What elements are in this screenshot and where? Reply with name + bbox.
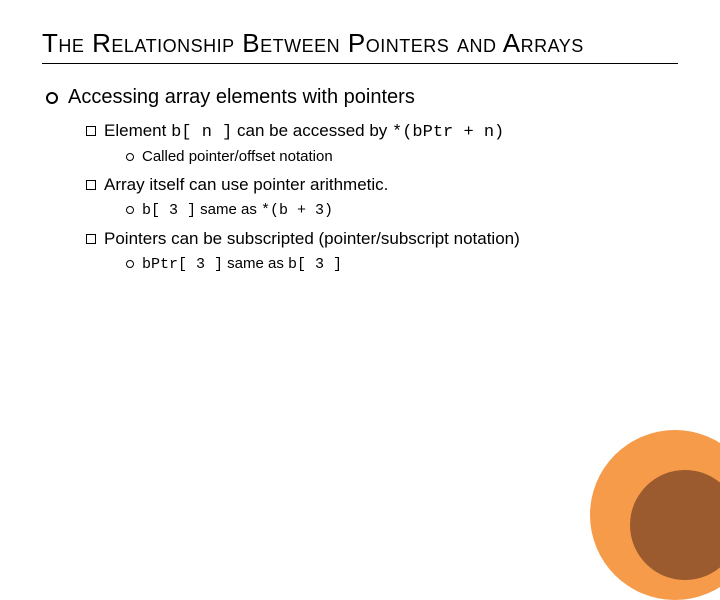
- bullet-text: Called pointer/offset notation: [142, 148, 333, 165]
- code-fragment: b[ 3 ]: [142, 202, 196, 219]
- bullet-level2: Element b[ n ] can be accessed by *(bPtr…: [86, 121, 678, 142]
- bullet-level2: Array itself can use pointer arithmetic.: [86, 175, 678, 195]
- bullet-text: bPtr[ 3 ] same as b[ 3 ]: [142, 255, 342, 273]
- ring-small-bullet-icon: [126, 260, 134, 268]
- slide: The Relationship Between Pointers and Ar…: [0, 0, 720, 273]
- bullet-text: Accessing array elements with pointers: [68, 86, 415, 109]
- ring-small-bullet-icon: [126, 206, 134, 214]
- square-bullet-icon: [86, 180, 96, 190]
- bullet-text: Array itself can use pointer arithmetic.: [104, 175, 388, 195]
- code-fragment: *(b + 3): [261, 202, 333, 219]
- text-fragment: same as: [196, 201, 261, 218]
- ring-small-bullet-icon: [126, 153, 134, 161]
- text-fragment: Element: [104, 121, 171, 140]
- ring-bullet-icon: [46, 92, 58, 104]
- code-fragment: b[ 3 ]: [288, 256, 342, 273]
- bullet-level3: b[ 3 ] same as *(b + 3): [126, 201, 678, 219]
- bullet-level3: bPtr[ 3 ] same as b[ 3 ]: [126, 255, 678, 273]
- bullet-level2: Pointers can be subscripted (pointer/sub…: [86, 229, 678, 249]
- bullet-text: Pointers can be subscripted (pointer/sub…: [104, 229, 520, 249]
- code-fragment: bPtr[ 3 ]: [142, 256, 223, 273]
- text-fragment: same as: [223, 255, 288, 272]
- slide-title: The Relationship Between Pointers and Ar…: [42, 28, 678, 64]
- square-bullet-icon: [86, 126, 96, 136]
- bullet-level3: Called pointer/offset notation: [126, 148, 678, 165]
- square-bullet-icon: [86, 234, 96, 244]
- text-fragment: can be accessed by: [232, 121, 392, 140]
- code-fragment: *(bPtr + n): [392, 123, 504, 142]
- bullet-text: b[ 3 ] same as *(b + 3): [142, 201, 333, 219]
- code-fragment: b[ n ]: [171, 123, 232, 142]
- bullet-text: Element b[ n ] can be accessed by *(bPtr…: [104, 121, 504, 142]
- bullet-level1: Accessing array elements with pointers: [46, 86, 678, 109]
